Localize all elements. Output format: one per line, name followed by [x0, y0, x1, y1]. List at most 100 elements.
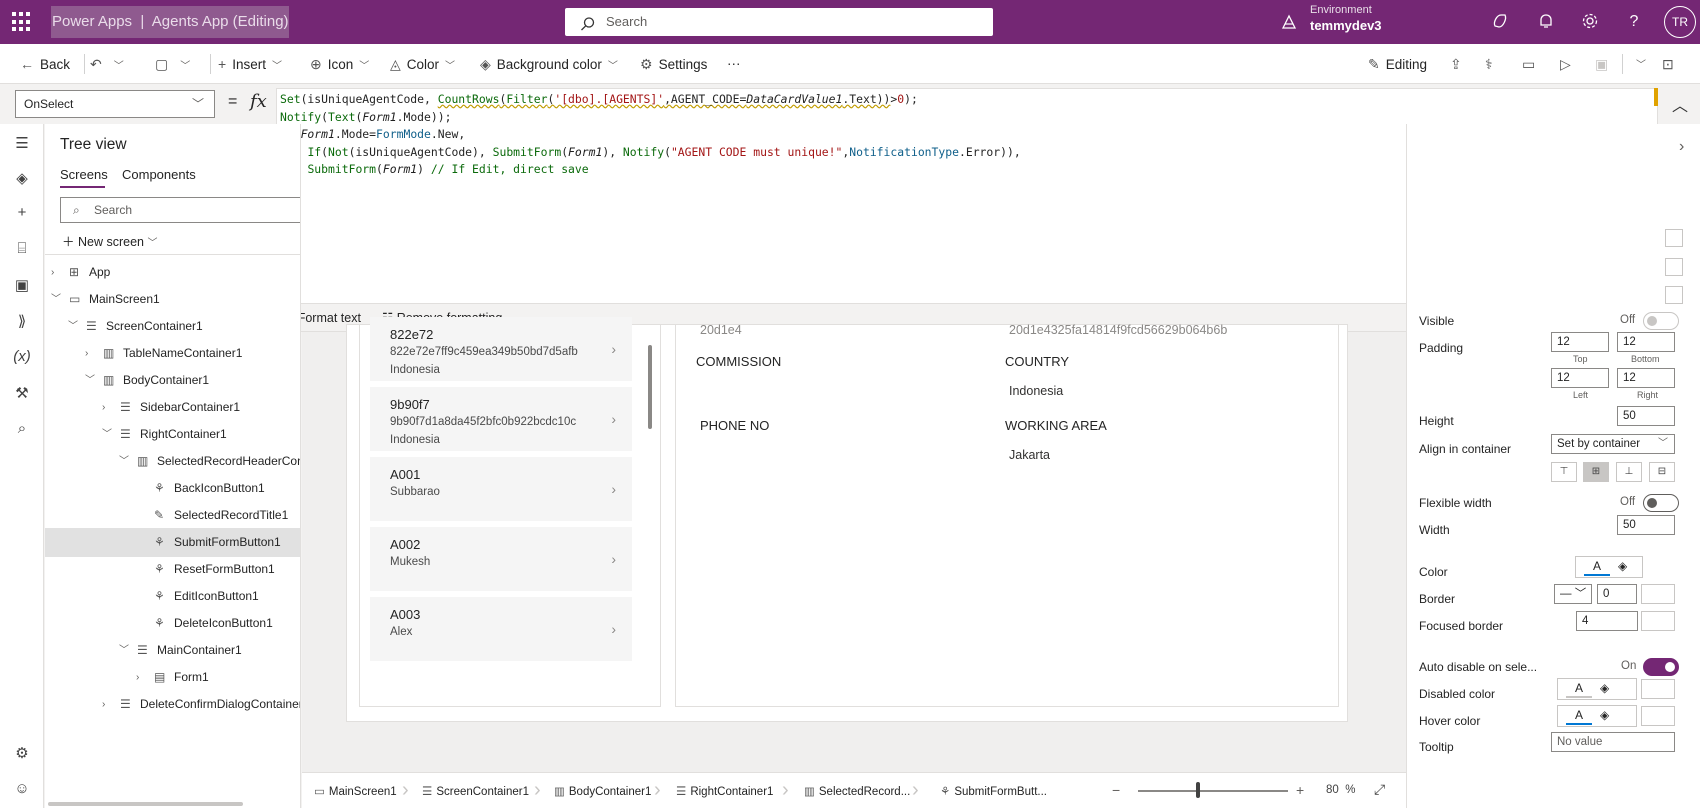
gallery-record-item[interactable]: A002 Mukesh ›: [370, 527, 632, 595]
user-avatar[interactable]: TR: [1664, 6, 1696, 38]
gallery-record-item[interactable]: A001 Subbarao ›: [370, 457, 632, 525]
copilot-icon[interactable]: [1490, 12, 1510, 32]
visible-toggle[interactable]: [1643, 312, 1679, 330]
property-dropdown-stub[interactable]: [1665, 229, 1683, 247]
tree-node[interactable]: ﹀ ☰ RightContainer1: [45, 420, 300, 449]
zoom-out-button[interactable]: −: [1112, 782, 1120, 798]
settings-gear-icon[interactable]: ⚙: [12, 744, 32, 764]
disabled-color-picker[interactable]: A ◈: [1557, 678, 1637, 700]
insert-plus-icon[interactable]: +: [12, 204, 32, 224]
chevron-right-icon[interactable]: ›: [611, 621, 616, 637]
chevron-down-icon[interactable]: ﹀: [68, 312, 80, 341]
global-search-input[interactable]: Search: [565, 8, 993, 36]
chevron-right-icon[interactable]: ›: [611, 551, 616, 567]
settings-button[interactable]: ⚙ Settings: [640, 44, 707, 84]
align-top-icon[interactable]: ⊤: [1551, 462, 1577, 482]
settings-gear-icon[interactable]: [1580, 12, 1600, 32]
crumb-rightcontainer1[interactable]: ☰ RightContainer1: [676, 784, 773, 798]
crumb-screencontainer1[interactable]: ☰ ScreenContainer1: [422, 784, 529, 798]
tree-node[interactable]: ﹀ ▭ MainScreen1: [45, 285, 300, 314]
hover-color-swatch[interactable]: [1641, 706, 1675, 726]
collapse-formula-bar-icon[interactable]: ︿: [1672, 92, 1688, 116]
app-launcher-icon[interactable]: [12, 12, 32, 32]
media-icon[interactable]: ▣: [12, 276, 32, 296]
gallery-scrollbar[interactable]: [648, 345, 652, 429]
gallery-record-item[interactable]: 9b90f7 9b90f7d1a8da45f2bfc0b922bcdc10c Ind…: [370, 387, 632, 455]
zoom-slider-thumb[interactable]: [1196, 782, 1200, 798]
padding-left-input[interactable]: 12: [1551, 368, 1609, 388]
auto-disable-toggle[interactable]: [1643, 658, 1679, 676]
gallery-record-item[interactable]: A003 Alex ›: [370, 597, 632, 665]
tree-node[interactable]: ﹀ ▥ SelectedRecordHeaderContai: [45, 447, 300, 476]
align-in-container-dropdown[interactable]: Set by container ﹀: [1551, 434, 1675, 454]
paste-button[interactable]: ▢ ﹀: [155, 44, 190, 84]
flexible-width-toggle[interactable]: [1643, 494, 1679, 512]
chevron-right-icon[interactable]: ›: [611, 481, 616, 497]
environment-name[interactable]: temmydev3: [1310, 18, 1382, 33]
tree-search-input[interactable]: ⌕ Search: [60, 197, 300, 223]
disabled-color-swatch[interactable]: [1641, 679, 1675, 699]
text-color-picker[interactable]: A ◈: [1575, 556, 1643, 578]
advanced-tools-icon[interactable]: ⚒: [12, 384, 32, 404]
preview-play-icon[interactable]: ▷: [1560, 44, 1577, 84]
background-color-button[interactable]: ◈ Background color ﹀: [480, 44, 618, 84]
publish-icon[interactable]: ⊡: [1662, 44, 1680, 84]
menu-hamburger-icon[interactable]: ☰: [12, 134, 32, 154]
tree-node[interactable]: › ▤ Form1: [45, 663, 300, 692]
property-dropdown-stub-2[interactable]: [1665, 286, 1683, 304]
border-width-input[interactable]: 0: [1597, 584, 1637, 604]
chevron-right-icon[interactable]: ›: [102, 393, 114, 422]
share-icon[interactable]: ⇪: [1450, 44, 1468, 84]
app-checker-icon[interactable]: ⚕: [1485, 44, 1499, 84]
padding-bottom-input[interactable]: 12: [1617, 332, 1675, 352]
icon-menu-button[interactable]: ⊕ Icon ﹀: [310, 44, 369, 84]
notifications-bell-icon[interactable]: [1536, 12, 1556, 32]
data-cylinder-icon[interactable]: ⌸: [12, 240, 32, 260]
expand-panel-chevron-icon[interactable]: ›: [1679, 138, 1684, 156]
tree-node[interactable]: ﹀ ☰ MainContainer1: [45, 636, 300, 665]
height-input[interactable]: 50: [1617, 406, 1675, 426]
chevron-right-icon[interactable]: ›: [51, 258, 63, 287]
width-input[interactable]: 50: [1617, 515, 1675, 535]
tab-components[interactable]: Components: [122, 167, 196, 182]
more-commands-button[interactable]: ···: [727, 44, 741, 84]
border-color-swatch[interactable]: [1641, 584, 1675, 604]
tree-node[interactable]: › ☰ DeleteConfirmDialogContainer1: [45, 690, 300, 719]
tree-node[interactable]: ⚘ BackIconButton1: [45, 474, 300, 503]
chevron-right-icon[interactable]: ›: [85, 339, 97, 368]
padding-right-input[interactable]: 12: [1617, 368, 1675, 388]
chevron-down-icon[interactable]: ﹀: [119, 447, 131, 476]
focused-border-input[interactable]: 4: [1576, 611, 1638, 631]
tree-node[interactable]: › ☰ SidebarContainer1: [45, 393, 300, 422]
property-dropdown[interactable]: OnSelect ﹀: [15, 90, 215, 118]
chevron-right-icon[interactable]: ›: [611, 411, 616, 427]
sidebar-gallery[interactable]: 822e72 822e72e7ff9c459ea349b50bd7d5afb Ind…: [359, 317, 661, 707]
crumb-mainscreen1[interactable]: ▭ MainScreen1: [314, 784, 397, 798]
chevron-right-icon[interactable]: ›: [102, 690, 114, 719]
power-automate-icon[interactable]: ⟫: [12, 312, 32, 332]
tree-horizontal-scrollbar[interactable]: [48, 802, 243, 806]
chevron-right-icon[interactable]: ›: [611, 341, 616, 357]
tree-node[interactable]: ﹀ ☰ ScreenContainer1: [45, 312, 300, 341]
undo-button[interactable]: ↶ ﹀: [90, 44, 124, 84]
chevron-down-icon[interactable]: ﹀: [119, 636, 131, 665]
crumb-submitformbutton[interactable]: ⚘ SubmitFormButt...: [940, 784, 1047, 798]
tree-node[interactable]: ﹀ ▥ BodyContainer1: [45, 366, 300, 395]
gallery-record-item[interactable]: 822e72 822e72e7ff9c459ea349b50bd7d5afb Ind…: [370, 317, 632, 385]
account-icon[interactable]: ☺: [12, 780, 32, 800]
tree-node[interactable]: ⚘ EditIconButton1: [45, 582, 300, 611]
insert-button[interactable]: + Insert ﹀: [218, 44, 282, 84]
crumb-selectedrecord[interactable]: ▥ SelectedRecord...: [804, 784, 910, 798]
help-icon[interactable]: ?: [1624, 12, 1644, 32]
country-value[interactable]: Indonesia: [1009, 384, 1063, 398]
editing-mode-button[interactable]: ✎ Editing: [1368, 44, 1427, 84]
padding-top-input[interactable]: 12: [1551, 332, 1609, 352]
hover-color-picker[interactable]: A ◈: [1557, 705, 1637, 727]
save-options-chevron-icon[interactable]: ﹀: [1630, 44, 1646, 84]
tree-node[interactable]: › ⊞ App: [45, 258, 300, 287]
color-button[interactable]: ◬ Color ﹀: [390, 44, 455, 84]
zoom-slider[interactable]: [1138, 790, 1288, 792]
chevron-down-icon[interactable]: ﹀: [85, 366, 97, 395]
tree-node[interactable]: ⚘ SubmitFormButton1: [45, 528, 300, 557]
tab-screens[interactable]: Screens: [60, 167, 108, 182]
